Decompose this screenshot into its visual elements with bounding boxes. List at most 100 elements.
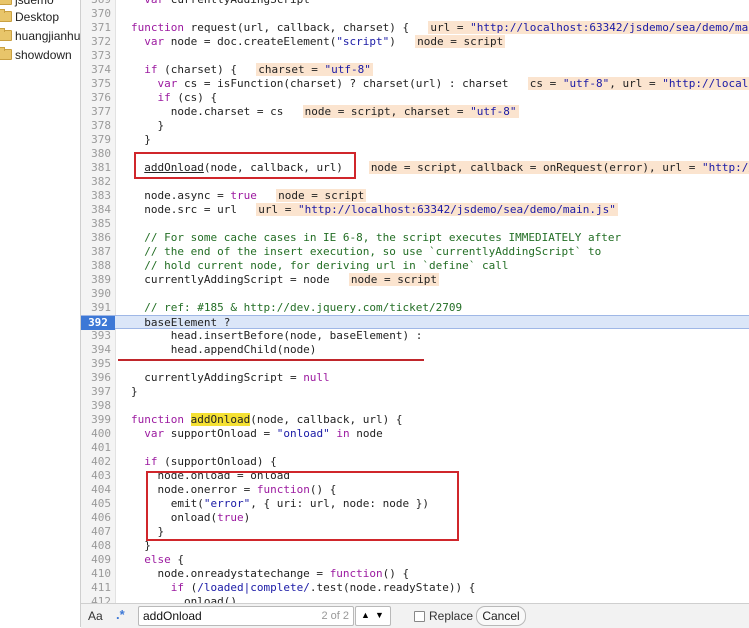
line-number[interactable]: 410 <box>81 567 111 581</box>
code-line: 385 <box>81 217 749 231</box>
code-line: 410 node.onreadystatechange = function()… <box>81 567 749 581</box>
line-number[interactable]: 379 <box>81 133 111 147</box>
line-number[interactable]: 386 <box>81 231 111 245</box>
line-number[interactable]: 390 <box>81 287 111 301</box>
next-match-icon[interactable]: ▼ <box>375 610 384 620</box>
code-text: } <box>131 133 151 146</box>
line-number[interactable]: 382 <box>81 175 111 189</box>
line-number[interactable]: 392 <box>81 316 115 330</box>
line-number[interactable]: 394 <box>81 343 111 357</box>
code-line: 369 var currentlyAddingScript <box>81 0 749 7</box>
code-line: 412 onload() <box>81 595 749 603</box>
code-line: 374 if (charset) { charset = "utf-8" <box>81 63 749 77</box>
tree-item[interactable]: Desktop <box>0 7 80 27</box>
line-number[interactable]: 376 <box>81 91 111 105</box>
match-case-toggle[interactable]: Aa <box>88 609 103 623</box>
line-number[interactable]: 401 <box>81 441 111 455</box>
code-line: 397} <box>81 385 749 399</box>
replace-label: Replace <box>429 609 474 623</box>
code-text: if (charset) { charset = "utf-8" <box>144 63 373 76</box>
search-bar: Aa .* addOnload 2 of 2 ▲ ▼ Replace Cance… <box>81 603 749 628</box>
code-line: 388 // hold current node, for deriving u… <box>81 259 749 273</box>
code-text: } <box>131 385 138 398</box>
folder-icon <box>0 9 12 23</box>
line-number[interactable]: 399 <box>81 413 111 427</box>
regex-toggle[interactable]: .* <box>116 607 125 622</box>
line-number[interactable]: 380 <box>81 147 111 161</box>
line-number[interactable]: 383 <box>81 189 111 203</box>
tree-item[interactable]: huangjianhua <box>0 26 80 46</box>
code-line: 377 node.charset = cs node = script, cha… <box>81 105 749 119</box>
folder-icon <box>0 47 12 61</box>
line-number[interactable]: 370 <box>81 7 111 21</box>
line-number[interactable]: 381 <box>81 161 111 175</box>
line-number[interactable]: 405 <box>81 497 111 511</box>
line-number[interactable]: 372 <box>81 35 111 49</box>
line-number[interactable]: 373 <box>81 49 111 63</box>
code-text: node.onreadystatechange = function() { <box>131 567 410 580</box>
code-line: 394 head.appendChild(node) <box>81 343 749 357</box>
line-number[interactable]: 393 <box>81 329 111 343</box>
tree-item-label: Desktop <box>15 10 60 24</box>
line-number[interactable]: 409 <box>81 553 111 567</box>
line-number[interactable]: 402 <box>81 455 111 469</box>
match-count: 2 of 2 <box>321 610 349 622</box>
line-number[interactable]: 403 <box>81 469 111 483</box>
code-text: currentlyAddingScript = null <box>131 371 330 384</box>
code-line: 376 if (cs) { <box>81 91 749 105</box>
code-line: 386 // For some cache cases in IE 6-8, t… <box>81 231 749 245</box>
line-number[interactable]: 369 <box>81 0 111 7</box>
code-line: 387 // the end of the insert execution, … <box>81 245 749 259</box>
line-number[interactable]: 388 <box>81 259 111 273</box>
line-number[interactable]: 408 <box>81 539 111 553</box>
code-line: 402 if (supportOnload) { <box>81 455 749 469</box>
line-number[interactable]: 412 <box>81 595 111 603</box>
line-number[interactable]: 400 <box>81 427 111 441</box>
code-text: var node = doc.createElement("script") n… <box>144 35 506 48</box>
code-text: currentlyAddingScript = node node = scri… <box>131 273 440 286</box>
replace-checkbox[interactable] <box>414 611 425 622</box>
code-line: 389 currentlyAddingScript = node node = … <box>81 273 749 287</box>
code-line: 373 <box>81 49 749 63</box>
line-number[interactable]: 396 <box>81 371 111 385</box>
code-line: 375 var cs = isFunction(charset) ? chars… <box>81 77 749 91</box>
line-number[interactable]: 391 <box>81 301 111 315</box>
line-number[interactable]: 407 <box>81 525 111 539</box>
line-number[interactable]: 387 <box>81 245 111 259</box>
search-input[interactable]: addOnload 2 of 2 <box>138 606 354 626</box>
code-line: 396 currentlyAddingScript = null <box>81 371 749 385</box>
line-number[interactable]: 371 <box>81 21 111 35</box>
code-text: if (supportOnload) { <box>144 455 277 468</box>
code-text: node.charset = cs node = script, charset… <box>131 105 519 118</box>
line-number[interactable]: 375 <box>81 77 111 91</box>
code-text: // the end of the insert execution, so u… <box>144 245 602 258</box>
line-number[interactable]: 374 <box>81 63 111 77</box>
annotation-box-onerror <box>146 471 459 541</box>
line-number[interactable]: 377 <box>81 105 111 119</box>
line-number[interactable]: 398 <box>81 399 111 413</box>
line-number[interactable]: 378 <box>81 119 111 133</box>
line-number[interactable]: 384 <box>81 203 111 217</box>
code-line: 379 } <box>81 133 749 147</box>
cancel-button[interactable]: Cancel <box>476 606 526 626</box>
match-nav: ▲ ▼ <box>355 606 391 626</box>
line-number[interactable]: 389 <box>81 273 111 287</box>
line-number[interactable]: 404 <box>81 483 111 497</box>
line-number[interactable]: 406 <box>81 511 111 525</box>
code-text: head.insertBefore(node, baseElement) : <box>131 329 423 342</box>
code-text: baseElement ? <box>131 316 231 329</box>
code-line: 383 node.async = true node = script <box>81 189 749 203</box>
code-line: 411 if (/loaded|complete/.test(node.read… <box>81 581 749 595</box>
line-number[interactable]: 397 <box>81 385 111 399</box>
folder-icon <box>0 28 12 42</box>
previous-match-icon[interactable]: ▲ <box>361 610 370 620</box>
line-number[interactable]: 395 <box>81 357 111 371</box>
code-text: function addOnload(node, callback, url) … <box>131 413 403 426</box>
code-text: function request(url, callback, charset)… <box>131 21 749 35</box>
tree-item-label: huangjianhua <box>15 29 81 43</box>
line-number[interactable]: 385 <box>81 217 111 231</box>
search-input-value: addOnload <box>143 609 202 623</box>
line-number[interactable]: 411 <box>81 581 111 595</box>
tree-item[interactable]: showdown <box>0 45 80 65</box>
code-text: node.async = true node = script <box>131 189 367 202</box>
